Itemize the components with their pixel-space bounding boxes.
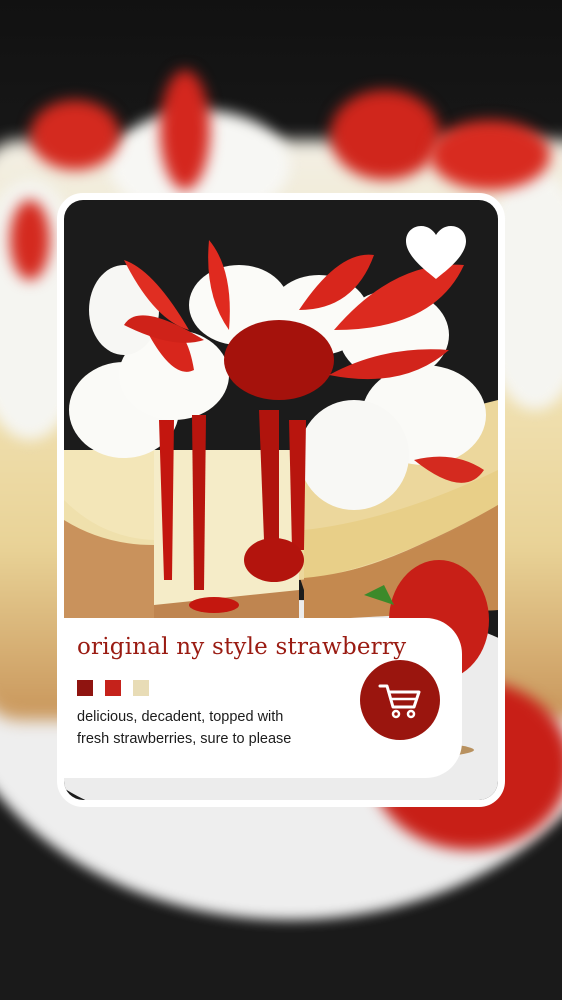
product-card[interactable]: original ny style strawberry delicious, … xyxy=(57,193,505,807)
background-strawberry xyxy=(330,90,440,180)
background-strawberry xyxy=(10,200,50,280)
description-line: fresh strawberries, sure to please xyxy=(77,731,292,747)
favorite-button[interactable] xyxy=(404,225,468,281)
swatch-red[interactable] xyxy=(105,680,121,696)
color-swatches xyxy=(77,680,149,696)
add-to-cart-button[interactable] xyxy=(360,660,440,740)
product-description: delicious, decadent, topped with fresh s… xyxy=(77,706,357,750)
background-strawberry xyxy=(430,120,550,190)
shopping-cart-icon xyxy=(378,684,421,719)
swatch-cream[interactable] xyxy=(133,680,149,696)
background-strawberry xyxy=(160,70,210,190)
product-title: original ny style strawberry xyxy=(77,634,407,660)
swatch-dark-red[interactable] xyxy=(77,680,93,696)
description-line: delicious, decadent, topped with xyxy=(77,709,284,725)
heart-icon xyxy=(406,226,466,279)
background-strawberry xyxy=(30,100,120,170)
